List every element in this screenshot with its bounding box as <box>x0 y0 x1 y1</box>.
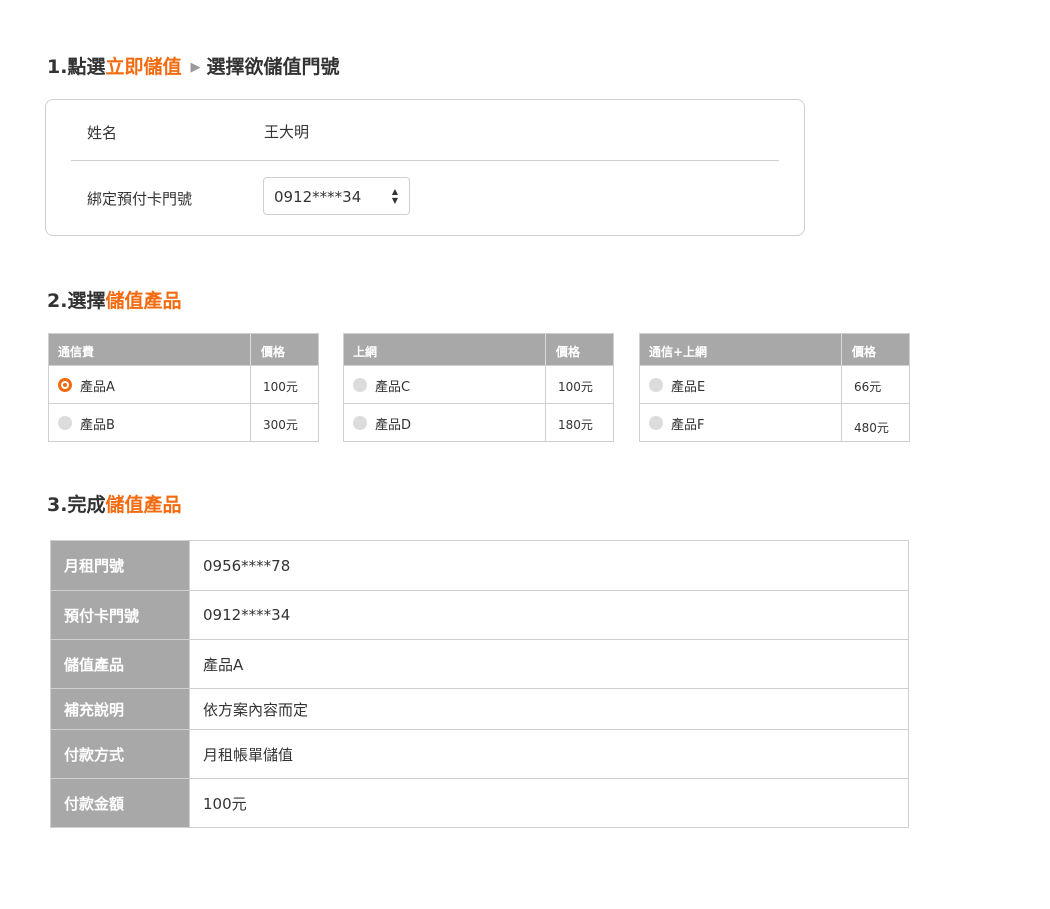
radio-selected-icon[interactable] <box>58 378 72 392</box>
radio-unselected-icon[interactable] <box>353 378 367 392</box>
product-price: 480元 <box>854 421 889 435</box>
summary-value: 產品A <box>189 640 908 688</box>
category-header: 通信+上網 <box>640 334 842 365</box>
summary-row: 預付卡門號 0912****34 <box>51 590 908 639</box>
product-price: 300元 <box>263 418 298 432</box>
name-label: 姓名 <box>87 124 118 142</box>
summary-row: 儲值產品 產品A <box>51 639 908 688</box>
summary-row: 月租門號 0956****78 <box>51 541 908 590</box>
product-name: 產品C <box>375 380 411 395</box>
product-table-data: 上網 價格 產品C 100元 產品D 180元 <box>343 333 614 442</box>
step2-title: 2.選擇儲值產品 <box>47 286 181 313</box>
radio-unselected-icon[interactable] <box>353 416 367 430</box>
summary-row: 付款方式 月租帳單儲值 <box>51 729 908 778</box>
radio-unselected-icon[interactable] <box>649 416 663 430</box>
product-price: 100元 <box>263 380 298 394</box>
summary-label: 儲值產品 <box>51 640 189 688</box>
product-name: 產品F <box>671 418 705 433</box>
product-name: 產品B <box>80 418 115 433</box>
summary-value: 0912****34 <box>189 591 908 639</box>
product-price: 180元 <box>558 418 593 432</box>
step1-title-prefix: 1.點選 <box>47 56 106 78</box>
category-header: 上網 <box>344 334 546 365</box>
price-header: 價格 <box>261 345 286 359</box>
product-name: 產品D <box>375 418 412 433</box>
prepaid-number-label: 綁定預付卡門號 <box>87 190 193 208</box>
step1-title-accent: 立即儲值 <box>105 56 182 78</box>
product-table-header: 上網 價格 <box>344 334 613 365</box>
price-header: 價格 <box>852 345 877 359</box>
radio-unselected-icon[interactable] <box>649 378 663 392</box>
summary-value: 月租帳單儲值 <box>189 730 908 778</box>
name-row: 姓名 王大明 <box>71 100 779 161</box>
prepaid-number-select[interactable]: 0912****34 ▲ ▼ <box>263 177 410 215</box>
step3-title: 3.完成儲值產品 <box>47 490 181 517</box>
radio-unselected-icon[interactable] <box>58 416 72 430</box>
product-table-calls-data: 通信+上網 價格 產品E 66元 產品F 480元 <box>639 333 910 442</box>
name-value: 王大明 <box>264 123 310 141</box>
up-down-caret-icon: ▲ ▼ <box>391 187 398 205</box>
product-row-b[interactable]: 產品B 300元 <box>49 403 318 441</box>
product-table-header: 通信+上網 價格 <box>640 334 909 365</box>
product-price: 100元 <box>558 380 593 394</box>
step1-title-suffix: 選擇欲儲值門號 <box>206 56 340 78</box>
summary-label: 月租門號 <box>51 541 189 590</box>
summary-value: 0956****78 <box>189 541 908 590</box>
order-summary-table: 月租門號 0956****78 預付卡門號 0912****34 儲值產品 產品… <box>50 540 909 828</box>
price-header: 價格 <box>556 345 581 359</box>
summary-label: 付款金額 <box>51 779 189 827</box>
step1-title: 1.點選立即儲值 ▶ 選擇欲儲值門號 <box>47 52 339 79</box>
product-row-a[interactable]: 產品A 100元 <box>49 365 318 403</box>
step2-title-accent: 儲值產品 <box>105 290 182 312</box>
summary-row: 補充說明 依方案內容而定 <box>51 688 908 729</box>
product-row-e[interactable]: 產品E 66元 <box>640 365 909 403</box>
product-price: 66元 <box>854 380 882 394</box>
category-header: 通信費 <box>49 334 251 365</box>
product-row-d[interactable]: 產品D 180元 <box>344 403 613 441</box>
summary-value: 依方案內容而定 <box>189 689 908 729</box>
summary-value: 100元 <box>189 779 908 827</box>
product-name: 產品E <box>671 380 706 395</box>
product-table-calls: 通信費 價格 產品A 100元 產品B 300元 <box>48 333 319 442</box>
step3-title-prefix: 3.完成 <box>47 494 106 516</box>
prepaid-number-selected-value: 0912****34 <box>274 188 362 206</box>
member-info-card: 姓名 王大明 綁定預付卡門號 0912****34 ▲ ▼ <box>45 99 805 236</box>
product-name: 產品A <box>80 380 115 395</box>
summary-label: 預付卡門號 <box>51 591 189 639</box>
product-table-header: 通信費 價格 <box>49 334 318 365</box>
arrow-right-icon: ▶ <box>190 60 201 75</box>
summary-row: 付款金額 100元 <box>51 778 908 827</box>
step2-title-prefix: 2.選擇 <box>47 290 106 312</box>
step3-title-accent: 儲值產品 <box>105 494 182 516</box>
summary-label: 補充說明 <box>51 689 189 729</box>
summary-label: 付款方式 <box>51 730 189 778</box>
prepaid-number-row: 綁定預付卡門號 0912****34 ▲ ▼ <box>71 161 779 236</box>
product-row-f[interactable]: 產品F 480元 <box>640 403 909 441</box>
product-row-c[interactable]: 產品C 100元 <box>344 365 613 403</box>
